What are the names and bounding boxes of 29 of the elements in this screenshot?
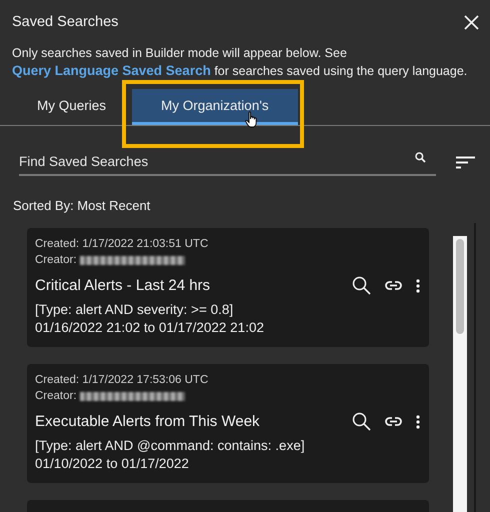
close-button[interactable] xyxy=(462,13,480,31)
more-options-icon[interactable] xyxy=(416,278,420,292)
search-icon[interactable] xyxy=(352,412,371,431)
date-range: 01/16/2022 21:02 to 01/17/2022 21:02 xyxy=(35,319,265,337)
query-text: [Type: alert AND @command: contains: .exe] xyxy=(35,437,306,455)
query-language-link[interactable]: Query Language Saved Search xyxy=(12,63,211,78)
more-options-icon[interactable] xyxy=(416,414,420,428)
link-icon[interactable] xyxy=(385,417,402,426)
link-icon[interactable] xyxy=(385,281,402,290)
saved-search-card[interactable]: Created: 1/17/2022 17:53:06 UTC Creator: Executable Alerts from This Week [Type: alert AND @command: contains: .exe] 01/10/2022 to 01/17/2022 xyxy=(27,364,429,483)
search-icon xyxy=(415,152,426,163)
search-title: Executable Alerts from This Week xyxy=(35,413,260,430)
scrollbar-thumb[interactable] xyxy=(456,239,464,334)
tab[interactable]: My Queries xyxy=(20,89,124,125)
search-field[interactable]: Find Saved Searches xyxy=(19,148,436,176)
search-title: Critical Alerts - Last 24 hrs xyxy=(35,277,210,294)
sort-label: Sorted By: Most Recent xyxy=(13,198,152,213)
date-range: 01/10/2022 to 01/17/2022 xyxy=(35,455,190,473)
query-text: [Type: alert AND severity: >= 0.8] xyxy=(35,301,234,319)
tab[interactable]: My Organization's xyxy=(132,89,298,125)
creator-label: Creator: xyxy=(35,253,77,268)
hand-cursor-icon xyxy=(245,111,259,128)
created-date: Created: 1/17/2022 21:03:51 UTC xyxy=(35,237,210,252)
creator-label: Creator: xyxy=(35,389,77,404)
panel-title: Saved Searches xyxy=(12,14,118,30)
search-icon[interactable] xyxy=(352,276,371,295)
created-date: Created: 1/17/2022 17:53:06 UTC xyxy=(35,373,210,388)
notice-text: Only searches saved in Builder mode will appear below. See Query Language Saved Search for searches saved using the query language. xyxy=(12,45,468,80)
saved-search-card[interactable]: Created: 1/17/2022 21:03:51 UTC Creator: Critical Alerts - Last 24 hrs [Type: alert AND severity: >= 0.8] 01/16/2022 21:02 to 01/17/2022 21:02 xyxy=(27,228,429,347)
